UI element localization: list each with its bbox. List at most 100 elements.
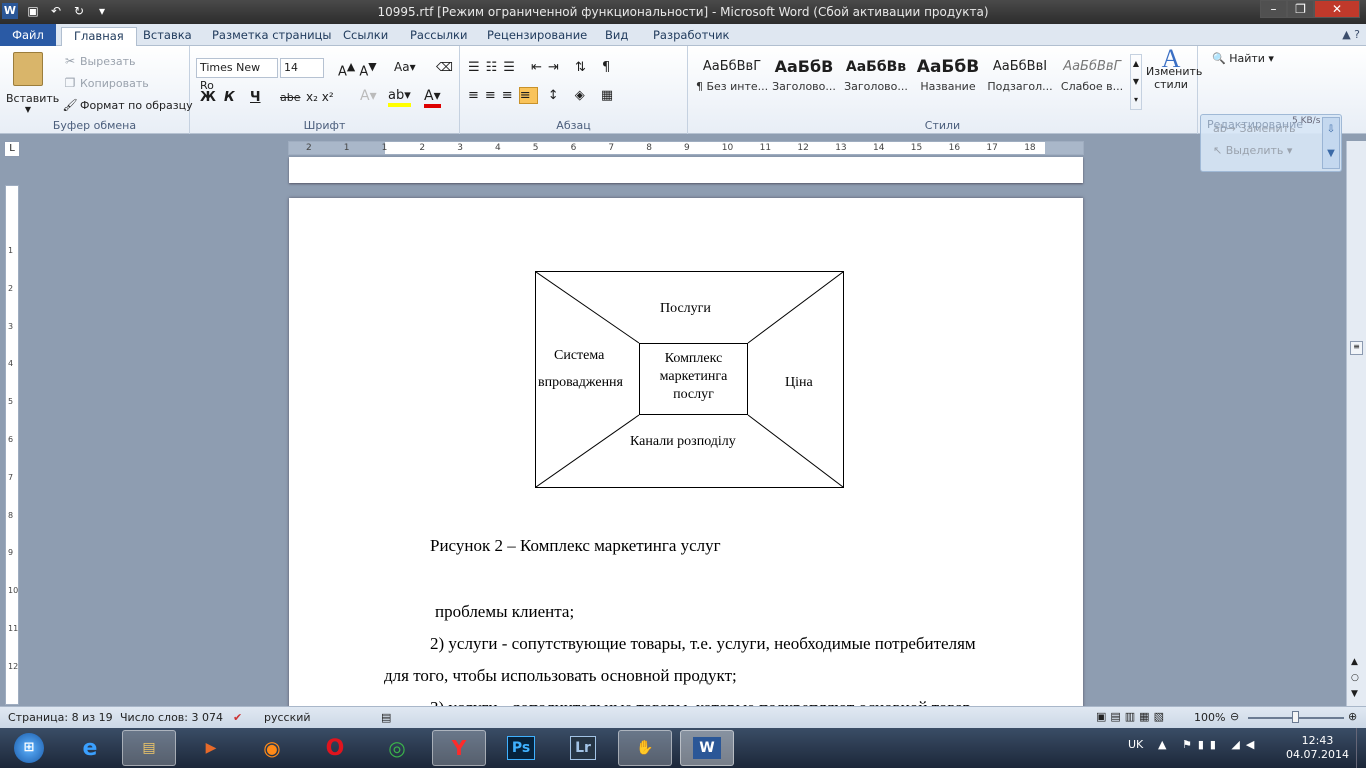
- vertical-ruler[interactable]: 1 2 3 4 5 6 7 8 9 10 11 12: [5, 185, 19, 705]
- paste-icon: [13, 52, 43, 86]
- maximize-button[interactable]: ❐: [1287, 0, 1314, 18]
- download-arrows-icon[interactable]: ⇩ ▼: [1322, 117, 1340, 169]
- paragraph-line: проблемы клиента;: [435, 602, 575, 621]
- list-icons[interactable]: ☰☷☰ ⇤⇥ ⇅ ¶: [468, 60, 616, 75]
- style-title[interactable]: АаБбВ Название: [912, 54, 984, 100]
- format-painter-label: Формат по образцу: [80, 99, 193, 112]
- zoom-slider-thumb[interactable]: [1292, 711, 1299, 723]
- tab-page-layout[interactable]: Разметка страницы: [212, 27, 331, 46]
- underline-button[interactable]: Ч: [250, 90, 261, 105]
- tab-review[interactable]: Рецензирование: [487, 27, 587, 46]
- zoom-level[interactable]: 100%: [1194, 711, 1225, 724]
- spelling-icon[interactable]: ✔: [233, 711, 242, 724]
- style-subtitle[interactable]: АаБбВвІ Подзагол...: [984, 54, 1056, 100]
- language-status[interactable]: русский: [264, 711, 311, 724]
- style-subtle-emphasis[interactable]: АаБбВвГ Слабое в...: [1056, 54, 1128, 100]
- zoom-out-icon[interactable]: ⊖: [1230, 710, 1239, 723]
- lightroom-icon[interactable]: Lr: [556, 730, 610, 766]
- page-count[interactable]: Страница: 8 из 19: [8, 711, 113, 724]
- tab-mailings[interactable]: Рассылки: [410, 27, 467, 46]
- tab-references[interactable]: Ссылки: [343, 27, 388, 46]
- scroll-thumb[interactable]: ≡: [1350, 341, 1363, 355]
- media-player-icon[interactable]: ▶: [184, 730, 238, 766]
- text-effects-icon[interactable]: A▾: [360, 88, 377, 104]
- cursor-icon: ↖: [1213, 144, 1223, 157]
- ruler-number: 15: [910, 143, 923, 153]
- font-name-box[interactable]: Times New Ro: [196, 58, 278, 92]
- close-button[interactable]: ✕: [1314, 0, 1360, 18]
- windows-logo-icon: ⊞: [14, 733, 44, 763]
- vertical-ruler-number: 5: [8, 397, 14, 407]
- input-language[interactable]: UK: [1128, 738, 1143, 751]
- copy-button[interactable]: ❐ Копировать: [60, 76, 149, 90]
- diagram-center-line-1: Комплекс: [664, 351, 723, 366]
- explorer-icon[interactable]: ▤: [122, 730, 176, 766]
- ruler-number: 4: [495, 143, 501, 153]
- vertical-scrollbar[interactable]: ≡ ▲ ○ ▼: [1346, 141, 1366, 706]
- paste-button[interactable]: Вставить ▼: [6, 52, 59, 114]
- font-size-box[interactable]: 14: [280, 58, 324, 78]
- subscript-button[interactable]: x₂ x²: [306, 90, 334, 104]
- cut-button[interactable]: ✂ Вырезать: [60, 54, 136, 68]
- word-taskbar-icon[interactable]: W: [680, 730, 734, 766]
- tray-icons[interactable]: ▲ ⚑▮▮ ◢◀: [1158, 738, 1260, 751]
- vertical-ruler-number: 4: [8, 359, 14, 369]
- zoom-in-icon[interactable]: ⊕: [1348, 710, 1357, 723]
- chrome-icon[interactable]: ◎: [370, 730, 424, 766]
- highlight-icon[interactable]: ab▾: [388, 88, 411, 107]
- help-icon[interactable]: ▲ ?: [1342, 28, 1360, 41]
- horizontal-ruler[interactable]: 2 1 1 2 3 4 5 6 7 8 9 10 11 12 13 14 15 16 17 18: [288, 141, 1084, 155]
- diagram-center-line-2: маркетинга: [659, 369, 728, 384]
- start-button[interactable]: ⊞: [2, 730, 56, 766]
- word-count[interactable]: Число слов: 3 074: [120, 711, 223, 724]
- tab-home[interactable]: Главная: [61, 27, 137, 46]
- ruler-number: 17: [986, 143, 998, 153]
- show-desktop-button[interactable]: [1356, 728, 1366, 768]
- tab-developer[interactable]: Разработчик: [653, 27, 730, 46]
- firefox-icon[interactable]: ◉: [245, 730, 299, 766]
- ruler-number: 13: [835, 143, 847, 153]
- internet-explorer-icon[interactable]: e: [63, 730, 117, 766]
- clock[interactable]: 12:43 04.07.2014: [1286, 734, 1349, 762]
- document-page[interactable]: Послуги Система впровадження Ціна Канали…: [289, 198, 1083, 718]
- strikethrough-button[interactable]: abe: [280, 91, 301, 104]
- italic-button[interactable]: К: [224, 90, 235, 105]
- font-color-icon[interactable]: A▾: [424, 88, 441, 108]
- minimize-button[interactable]: –: [1260, 0, 1287, 18]
- format-painter-button[interactable]: 🖌 Формат по образцу: [60, 98, 193, 112]
- view-buttons[interactable]: ▣▤▥▦▧: [1096, 710, 1168, 723]
- ruler-number: 2: [306, 143, 312, 153]
- diagram-center-line-3: послуг: [673, 387, 714, 402]
- yandex-icon[interactable]: Y: [432, 730, 486, 766]
- style-heading2[interactable]: АаБбВв Заголово...: [840, 54, 912, 100]
- ruler-number: 16: [948, 143, 961, 153]
- vertical-ruler-number: 10: [8, 586, 19, 596]
- diagram-left-label-2: впровадження: [538, 375, 623, 390]
- style-no-spacing[interactable]: АаБбВвГ ¶ Без инте...: [696, 54, 768, 100]
- ruler-number: 1: [343, 143, 350, 153]
- style-heading1[interactable]: АаБбВ Заголово...: [768, 54, 840, 100]
- change-case-button[interactable]: Aa▾: [394, 60, 416, 74]
- vertical-ruler-number: 3: [8, 321, 14, 331]
- browse-object-icon[interactable]: ▲ ○ ▼: [1351, 654, 1359, 702]
- select-button[interactable]: ↖ Выделить ▾: [1213, 144, 1292, 157]
- ruler-number: 10: [721, 143, 734, 153]
- styles-scroll[interactable]: ▲ ▼ ▾: [1130, 54, 1142, 110]
- clear-format-icon[interactable]: ⌫: [436, 60, 453, 74]
- diagram-center-box: Комплекс маркетинга послуг: [639, 343, 748, 415]
- macro-icon[interactable]: ▤: [381, 711, 391, 724]
- ruler-number: 3: [457, 143, 463, 153]
- tab-file[interactable]: Файл: [0, 24, 56, 46]
- opera-icon[interactable]: O: [308, 730, 362, 766]
- tab-selector[interactable]: L: [4, 141, 20, 157]
- photoshop-icon[interactable]: Ps: [494, 730, 548, 766]
- styles-group-label: Стили: [924, 119, 961, 132]
- grow-font-button[interactable]: A▲ A▼: [338, 60, 377, 79]
- change-styles-button[interactable]: A Изменить стили: [1146, 46, 1202, 92]
- tab-insert[interactable]: Вставка: [143, 27, 192, 46]
- find-button[interactable]: 🔍 Найти ▾: [1212, 52, 1274, 65]
- app-icon[interactable]: ✋: [618, 730, 672, 766]
- bold-button[interactable]: Ж: [200, 90, 216, 105]
- align-icons[interactable]: ≡≡≡≡ ↕ ◈ ▦: [468, 87, 619, 104]
- tab-view[interactable]: Вид: [605, 27, 628, 46]
